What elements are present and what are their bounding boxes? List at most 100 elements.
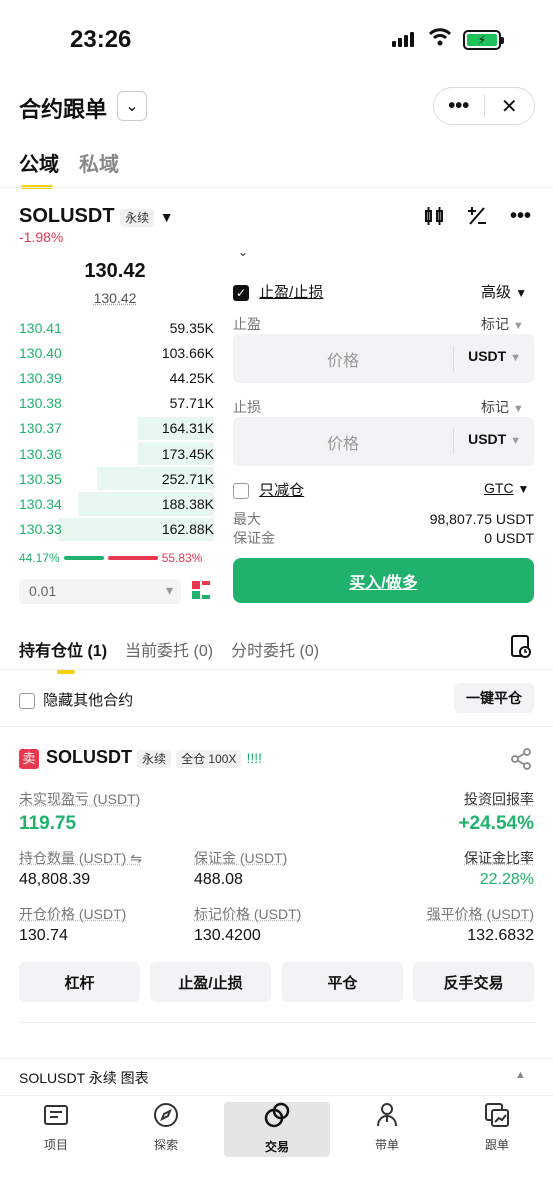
orderbook-row[interactable]: 130.40 103.66K [19, 340, 214, 365]
margin-ratio-label: 保证金比率 [464, 850, 534, 866]
bid-quantity: 252.71K [161, 470, 214, 487]
sell-badge: 卖 [19, 749, 39, 769]
position-tabs: 持有仓位 (1) 当前委托 (0) 分时委托 (0) [19, 637, 319, 674]
reduce-only-checkbox[interactable] [233, 483, 249, 500]
contract-type-badge: 永续 [120, 209, 155, 227]
divider [19, 1022, 534, 1023]
close-button[interactable]: ✕ [485, 94, 535, 119]
orderbook-row[interactable]: 130.34 188.38K [19, 491, 214, 516]
nav-lead[interactable]: 带单 [334, 1102, 440, 1157]
bid-quantity: 164.31K [161, 420, 214, 437]
sell-bar [107, 556, 158, 560]
bid-price: 130.39 [19, 369, 62, 386]
bid-price: 130.41 [19, 319, 62, 336]
orderbook-row[interactable]: 130.38 57.71K [19, 391, 214, 416]
bid-quantity: 162.88K [161, 521, 214, 538]
mini-program-capsule: ••• ✕ [433, 87, 535, 125]
clock: 23:26 [70, 26, 132, 53]
position-header: SOLUSDT 永续 全仓 100X !!!! [46, 747, 263, 768]
orderbook-row[interactable]: 130.39 44.25K [19, 365, 214, 390]
time-in-force-select[interactable]: GTC ▼ [484, 480, 529, 496]
margin-value: 488.08 [194, 871, 243, 888]
tab-private[interactable]: 私域 [79, 148, 119, 177]
orderbook-row[interactable]: 130.36 173.45K [19, 441, 214, 466]
liq-value: 132.6832 [467, 927, 534, 944]
tab-positions[interactable]: 持有仓位 (1) [19, 637, 107, 674]
tp-price-input[interactable]: 价格 USDT ▼ [233, 334, 534, 383]
step-value: 0.01 [29, 583, 57, 599]
sl-trigger-type[interactable]: 标记 ▼ [481, 397, 524, 417]
more-button[interactable]: ••• [434, 95, 484, 118]
hide-other-checkbox[interactable] [19, 693, 35, 710]
candlestick-icon[interactable] [423, 205, 445, 233]
tpsl-checkbox[interactable]: ✓ [233, 285, 249, 302]
bid-quantity: 44.25K [169, 369, 214, 386]
buy-sell-ratio: 44.17% 55.83% [19, 551, 214, 565]
trade-icon [224, 1102, 330, 1138]
nav-projects[interactable]: 项目 [3, 1102, 109, 1157]
mark-value: 130.4200 [194, 927, 261, 944]
orderbook-row[interactable]: 130.33 162.88K [19, 517, 214, 542]
battery-icon: ⚡ [463, 30, 504, 50]
calculator-icon[interactable] [466, 205, 488, 233]
symbol-name: SOLUSDT [19, 205, 115, 227]
divider [0, 187, 553, 188]
nav-explore[interactable]: 探索 [113, 1102, 219, 1157]
leverage-button[interactable]: 杠杆 [19, 962, 140, 1002]
divider [0, 669, 553, 670]
tab-open-orders[interactable]: 当前委托 (0) [125, 637, 213, 661]
bid-quantity: 57.71K [169, 395, 214, 412]
buy-percent: 44.17% [19, 551, 60, 565]
bid-price: 130.38 [19, 395, 62, 412]
liq-label: 强平价格 (USDT) [426, 906, 534, 922]
bid-price: 130.37 [19, 420, 62, 437]
qty-label[interactable]: 持仓数量 (USDT) ⇋ [19, 848, 142, 868]
mark-price: 130.42 [93, 290, 137, 306]
compass-icon [113, 1102, 219, 1136]
chevron-down-icon[interactable]: ⌄ [117, 91, 147, 121]
tab-twap-orders[interactable]: 分时委托 (0) [231, 637, 319, 661]
chevron-down-icon[interactable]: ⌄ [238, 245, 248, 259]
hide-other-toggle[interactable]: 隐藏其他合约 [19, 689, 133, 710]
caret-up-icon[interactable]: ▲ [515, 1069, 526, 1081]
chart-toggle-label[interactable]: SOLUSDT 永续 图表 [19, 1068, 149, 1088]
nav-copy[interactable]: 跟单 [444, 1102, 550, 1157]
tp-label: 止盈 [233, 316, 261, 332]
list-icon [3, 1102, 109, 1136]
orderbook-row[interactable]: 130.41 59.35K [19, 315, 214, 340]
orderbook-row[interactable]: 130.35 252.71K [19, 466, 214, 491]
max-margin-labels: 最大 保证金 [233, 511, 275, 546]
bid-price: 130.40 [19, 344, 62, 361]
tpsl-label: 止盈/止损 [259, 284, 324, 301]
tpsl-button[interactable]: 止盈/止损 [150, 962, 271, 1002]
tp-trigger-type[interactable]: 标记 ▼ [481, 314, 524, 334]
close-all-button[interactable]: 一键平仓 [454, 683, 534, 713]
advanced-dropdown[interactable]: 高级 ▼ [481, 281, 527, 302]
entry-label: 开仓价格 (USDT) [19, 906, 127, 922]
order-history-icon[interactable] [510, 634, 532, 665]
sell-percent: 55.83% [161, 551, 203, 565]
reverse-trade-button[interactable]: 反手交易 [413, 962, 534, 1002]
symbol-selector[interactable]: SOLUSDT 永续 ▼ [19, 205, 174, 228]
nav-trade[interactable]: 交易 [224, 1102, 330, 1157]
tab-public[interactable]: 公域 [19, 148, 59, 189]
buy-long-button[interactable]: 买入/做多 [233, 558, 534, 603]
divider [0, 726, 553, 727]
depth-view-icon[interactable] [192, 581, 212, 601]
orderbook-row[interactable]: 130.37 164.31K [19, 416, 214, 441]
bid-quantity: 59.35K [169, 319, 214, 336]
copy-chart-icon [444, 1102, 550, 1136]
bid-price: 130.36 [19, 445, 62, 462]
risk-level: !!!! [246, 750, 263, 766]
reduce-only-toggle[interactable]: 只减仓 [233, 479, 304, 500]
person-icon [334, 1102, 440, 1136]
share-icon[interactable] [510, 748, 532, 775]
orderbook-bids: 130.41 59.35K 130.40 103.66K 130.39 44.25K 130… [19, 315, 214, 542]
close-position-button[interactable]: 平仓 [282, 962, 403, 1002]
sl-price-input[interactable]: 价格 USDT ▼ [233, 417, 534, 466]
pnl-label: 未实现盈亏 (USDT) [19, 791, 141, 807]
more-icon[interactable]: ••• [510, 205, 531, 228]
tpsl-toggle[interactable]: ✓ 止盈/止损 [233, 281, 323, 302]
price-step-select[interactable]: 0.01 [19, 579, 181, 604]
status-bar: 23:26 ⚡ [0, 0, 553, 80]
